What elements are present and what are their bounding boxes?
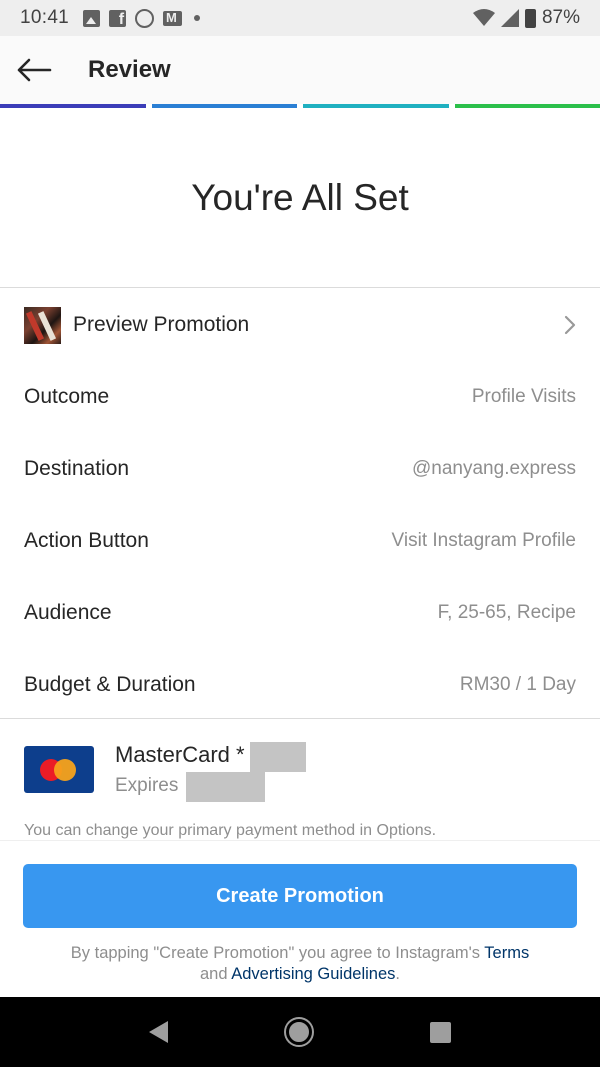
row-label: Budget & Duration xyxy=(24,673,196,696)
destination-row[interactable]: Destination @nanyang.express xyxy=(0,433,600,505)
row-value: Profile Visits xyxy=(471,386,576,407)
row-label: Audience xyxy=(24,601,112,624)
back-button[interactable] xyxy=(0,36,68,104)
terms-link[interactable]: Terms xyxy=(484,944,529,962)
row-value: RM30 / 1 Day xyxy=(459,674,576,695)
top-bar: Review xyxy=(0,36,600,104)
divider xyxy=(0,840,600,841)
terms-prefix: By tapping "Create Promotion" you agree … xyxy=(70,944,485,962)
terms-middle: and xyxy=(200,965,232,983)
card-expires-label: Expires xyxy=(115,775,179,796)
divider xyxy=(0,718,600,719)
nav-home-icon[interactable] xyxy=(286,1019,312,1045)
hero-section: You're All Set xyxy=(0,108,600,288)
terms-suffix: . xyxy=(395,965,400,983)
payment-method[interactable]: MasterCard * Expires xyxy=(0,736,600,806)
summary-list: Preview Promotion Outcome Profile Visits… xyxy=(0,289,600,721)
action-button-row[interactable]: Action Button Visit Instagram Profile xyxy=(0,505,600,577)
row-label: Action Button xyxy=(24,529,149,552)
card-name: MasterCard * xyxy=(115,742,245,767)
preview-promotion-row[interactable]: Preview Promotion xyxy=(0,289,600,361)
nav-back-icon[interactable] xyxy=(149,1021,168,1043)
row-value: Visit Instagram Profile xyxy=(391,530,576,551)
row-label: Preview Promotion xyxy=(73,313,250,336)
wifi-icon xyxy=(472,9,495,26)
row-label: Destination xyxy=(24,457,130,480)
row-value: F, 25-65, Recipe xyxy=(437,602,576,623)
facebook-notification-icon: f xyxy=(109,9,127,28)
hero-title: You're All Set xyxy=(191,176,409,218)
signal-icon xyxy=(500,9,519,27)
outcome-row[interactable]: Outcome Profile Visits xyxy=(0,361,600,433)
whatsapp-notification-icon xyxy=(135,8,155,28)
image-notification-icon xyxy=(83,9,101,27)
system-navigation-bar xyxy=(0,997,600,1067)
status-time: 10:41 xyxy=(20,7,70,28)
redacted-card-number xyxy=(250,742,306,772)
status-bar: 10:41 f 87% xyxy=(0,0,600,36)
battery-icon xyxy=(524,8,536,28)
mastercard-logo-icon xyxy=(24,746,94,793)
chevron-right-icon xyxy=(564,315,576,335)
payment-note: You can change your primary payment meth… xyxy=(24,822,437,839)
promotion-thumbnail xyxy=(24,306,61,344)
gmail-notification-icon xyxy=(163,10,183,26)
nav-recents-icon[interactable] xyxy=(430,1021,451,1043)
budget-duration-row[interactable]: Budget & Duration RM30 / 1 Day xyxy=(0,649,600,721)
back-arrow-icon xyxy=(17,58,52,82)
redacted-expiry-date xyxy=(186,772,265,802)
row-label: Outcome xyxy=(24,385,110,408)
row-value: @nanyang.express xyxy=(412,458,576,479)
terms-text: By tapping "Create Promotion" you agree … xyxy=(30,943,570,985)
audience-row[interactable]: Audience F, 25-65, Recipe xyxy=(0,577,600,649)
page-title: Review xyxy=(88,56,171,83)
advertising-guidelines-link[interactable]: Advertising Guidelines xyxy=(231,965,395,983)
battery-percent: 87% xyxy=(541,7,580,28)
more-notifications-icon xyxy=(194,15,201,21)
create-promotion-button[interactable]: Create Promotion xyxy=(23,864,577,928)
